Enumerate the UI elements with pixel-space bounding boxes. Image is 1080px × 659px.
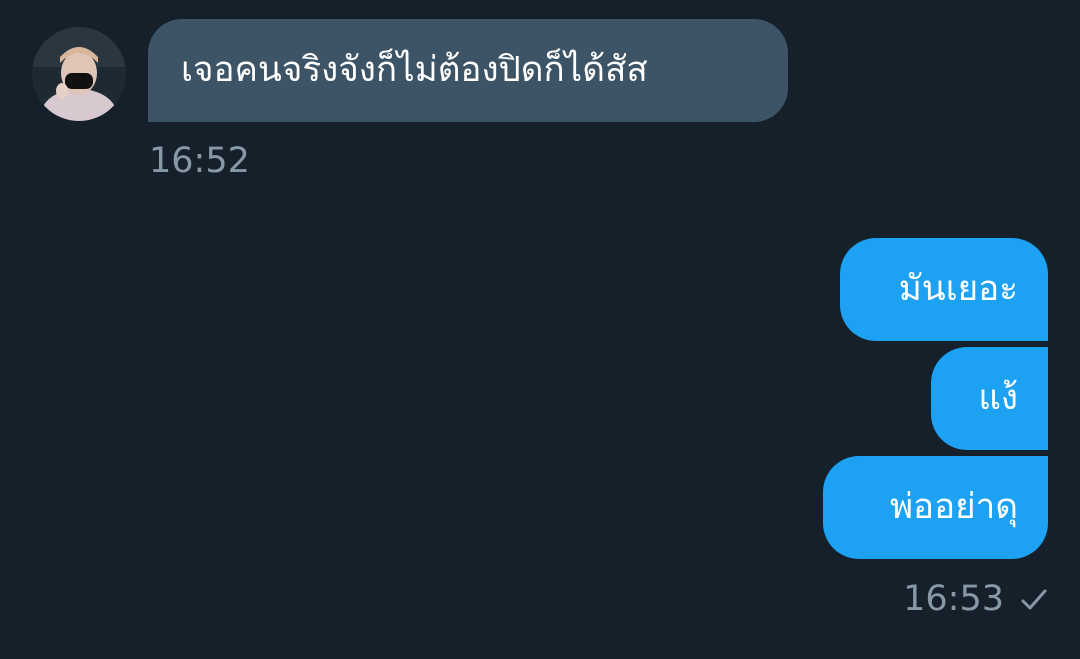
outgoing-message-bubble[interactable]: พ่ออย่าดุ [823,456,1048,559]
incoming-message-bubble[interactable]: เจอคนจริงจังก็ไม่ต้องปิดก็ได้สัส [148,19,788,122]
incoming-message-text: เจอคนจริงจังก็ไม่ต้องปิดก็ได้สัส [181,50,648,90]
outgoing-message-text: พ่ออย่าดุ [889,487,1018,527]
outgoing-message-text: มันเยอะ [898,269,1018,309]
outgoing-timestamp: 16:53 [903,579,1004,619]
chat-thread: เจอคนจริงจังก็ไม่ต้องปิดก็ได้สัส 16:52 ม… [0,0,1080,659]
outgoing-message-bubble[interactable]: มันเยอะ [840,238,1048,341]
outgoing-message-text: แง้ [978,378,1018,418]
check-icon [1021,589,1047,609]
incoming-timestamp: 16:52 [149,141,250,181]
outgoing-message-bubble[interactable]: แง้ [931,347,1048,450]
contact-avatar[interactable] [32,27,126,121]
outgoing-message-meta: 16:53 [903,582,1048,617]
avatar-image-icon [32,27,126,121]
